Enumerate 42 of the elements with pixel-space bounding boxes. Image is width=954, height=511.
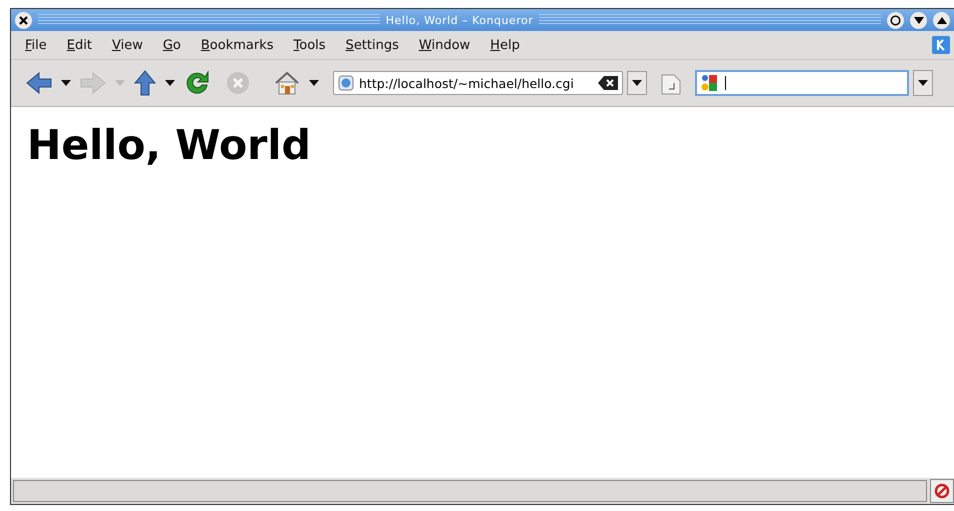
- address-dropdown-button[interactable]: [627, 71, 647, 95]
- close-button[interactable]: [15, 12, 32, 28]
- menu-item[interactable]: Go: [162, 38, 181, 52]
- menu-item[interactable]: Bookmarks: [200, 38, 274, 52]
- search-dropdown-button[interactable]: [913, 70, 933, 96]
- page-heading: Hello, World: [27, 121, 312, 169]
- menu-item[interactable]: Edit: [66, 38, 92, 52]
- dropdown-button[interactable]: [307, 78, 321, 88]
- stop-icon: [225, 70, 251, 96]
- minimize-button[interactable]: [910, 12, 928, 28]
- caret-icon: [918, 80, 928, 86]
- close-icon: [19, 16, 28, 24]
- caret-icon: [115, 80, 125, 86]
- menu-item[interactable]: Settings: [346, 38, 399, 52]
- house-icon: [273, 69, 301, 97]
- window-title: Hello, World – Konqueror: [386, 14, 534, 26]
- maximize-button[interactable]: [933, 12, 950, 28]
- clear-icon[interactable]: [598, 76, 618, 90]
- menu-button[interactable]: [887, 12, 904, 28]
- back-arrow-icon: [25, 71, 53, 95]
- caret-icon: [165, 80, 175, 86]
- caret-icon: [632, 80, 642, 86]
- dropdown-button[interactable]: [59, 78, 73, 88]
- k-logo-icon: [932, 36, 950, 54]
- menu-item[interactable]: Window: [418, 38, 470, 52]
- address-field[interactable]: http://localhost/~michael/hello.cgi: [333, 71, 623, 95]
- up-arrow-icon: [133, 69, 157, 97]
- circle-icon: [890, 14, 902, 26]
- search-engine-icon: [701, 74, 719, 92]
- dropdown-button[interactable]: [163, 78, 177, 88]
- menu-item[interactable]: File: [25, 38, 47, 52]
- caret-icon: [61, 80, 71, 86]
- triangle-up-icon: [936, 16, 947, 24]
- menu-item[interactable]: View: [112, 38, 143, 52]
- menu-item[interactable]: Help: [490, 38, 520, 52]
- triangle-down-icon: [914, 16, 924, 24]
- caret-icon: [309, 80, 319, 86]
- menu-item[interactable]: Tools: [294, 38, 326, 52]
- prohibited-icon: [934, 483, 950, 499]
- search-field[interactable]: [695, 70, 909, 96]
- forward-arrow-icon: [79, 71, 107, 95]
- security-button[interactable]: [930, 479, 954, 503]
